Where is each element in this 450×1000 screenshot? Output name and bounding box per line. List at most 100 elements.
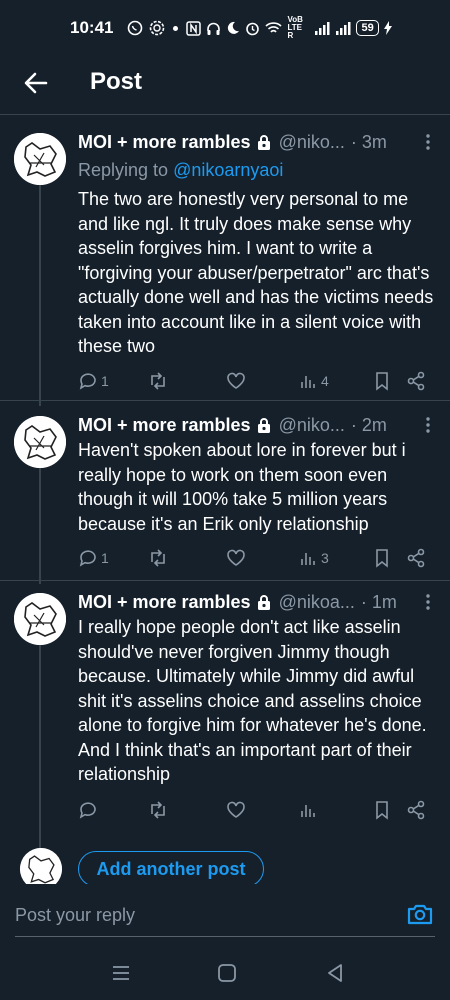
- bookmark-icon: [376, 549, 388, 568]
- header-divider: [0, 114, 450, 115]
- post-actions: 1 3: [78, 548, 430, 570]
- avatar[interactable]: [14, 593, 66, 645]
- status-dot: [173, 25, 179, 31]
- replying-to: Replying to @nikoarnyaoi: [78, 160, 283, 181]
- lock-icon: [257, 595, 270, 610]
- lock-icon: [257, 418, 270, 433]
- author-handle[interactable]: @niko...: [279, 132, 345, 153]
- post-text: The two are honestly very personal to me…: [78, 189, 434, 356]
- repost-button[interactable]: [148, 800, 171, 820]
- cellular-signal-icon: [315, 21, 330, 35]
- post-time[interactable]: · 2m: [351, 415, 387, 436]
- repost-icon: [151, 549, 165, 567]
- views-button[interactable]: [298, 800, 321, 820]
- whatsapp-icon: [128, 20, 143, 36]
- battery-icon: 59: [356, 20, 379, 36]
- repost-icon: [151, 372, 165, 390]
- views-count: 4: [321, 373, 329, 389]
- reply-underline: [15, 936, 435, 937]
- reply-icon: [79, 802, 96, 819]
- status-time: 10:41: [70, 18, 114, 37]
- author-handle[interactable]: @niko...: [279, 415, 345, 436]
- post-time[interactable]: · 1m: [361, 592, 397, 613]
- share-icon: [407, 548, 425, 568]
- post-header: MOI + more rambles @nikoa... · 1m: [78, 590, 440, 614]
- like-button[interactable]: [226, 371, 249, 391]
- views-count: 3: [321, 550, 329, 566]
- bookmark-icon: [376, 372, 388, 391]
- post-actions: 1 4: [78, 371, 430, 393]
- reply-input[interactable]: [15, 902, 385, 928]
- headphones-icon: [207, 22, 221, 35]
- bookmark-icon: [376, 801, 388, 820]
- page-title: Post: [90, 68, 143, 95]
- reply-count: 1: [101, 373, 109, 389]
- nfc-icon: [186, 20, 202, 36]
- status-bar: 10:41 VoB LTE R 59: [0, 0, 450, 56]
- avatar[interactable]: [14, 416, 66, 468]
- avatar-image: [14, 416, 66, 468]
- post-actions: [78, 800, 430, 822]
- replying-to-label: Replying to: [78, 160, 174, 180]
- reply-count: 1: [101, 550, 109, 566]
- repost-icon: [151, 801, 165, 819]
- views-icon: [301, 376, 315, 388]
- reply-bar: [0, 884, 450, 944]
- reply-button[interactable]: [78, 800, 101, 820]
- home-icon[interactable]: [216, 962, 238, 984]
- moon-icon: [228, 21, 240, 34]
- share-button[interactable]: [406, 548, 426, 568]
- post-divider: [0, 580, 450, 581]
- more-icon[interactable]: [418, 593, 438, 611]
- reply-button[interactable]: 1: [78, 371, 109, 391]
- system-nav-bar: [0, 944, 450, 1000]
- views-icon: [301, 805, 315, 817]
- lock-icon: [257, 135, 270, 150]
- post[interactable]: MOI + more rambles @niko... · 2m Haven't…: [0, 413, 450, 583]
- share-button[interactable]: [406, 371, 426, 391]
- menu-icon[interactable]: [110, 962, 132, 984]
- repost-button[interactable]: [148, 548, 171, 568]
- post-header: MOI + more rambles @niko... · 2m: [78, 413, 440, 437]
- post[interactable]: MOI + more rambles @nikoa... · 1m I real…: [0, 590, 450, 830]
- avatar-image: [14, 133, 66, 185]
- post-header: MOI + more rambles @niko... · 3m: [78, 130, 440, 154]
- author-handle[interactable]: @nikoa...: [279, 592, 355, 613]
- author-name[interactable]: MOI + more rambles: [78, 132, 251, 153]
- bookmark-button[interactable]: [372, 800, 392, 820]
- alarm-icon: [246, 22, 260, 35]
- like-icon: [227, 801, 245, 818]
- reply-icon: [79, 550, 96, 567]
- like-icon: [227, 549, 245, 566]
- camera-icon[interactable]: [406, 900, 434, 928]
- header: Post: [0, 56, 450, 111]
- post-text: I really hope people don't act like asse…: [78, 617, 427, 784]
- more-icon[interactable]: [418, 133, 438, 151]
- add-another-post-button[interactable]: Add another post: [78, 851, 264, 887]
- share-button[interactable]: [406, 800, 426, 820]
- system-icons: VoB LTE R 59: [186, 16, 392, 40]
- like-button[interactable]: [226, 548, 249, 568]
- author-name[interactable]: MOI + more rambles: [78, 592, 251, 613]
- back-arrow-icon[interactable]: [22, 69, 50, 97]
- more-icon[interactable]: [418, 416, 438, 434]
- bookmark-button[interactable]: [372, 371, 392, 391]
- author-name[interactable]: MOI + more rambles: [78, 415, 251, 436]
- post-time[interactable]: · 3m: [351, 132, 387, 153]
- reply-button[interactable]: 1: [78, 548, 109, 568]
- like-icon: [227, 372, 245, 389]
- post-divider: [0, 400, 450, 401]
- views-button[interactable]: 4: [298, 371, 329, 391]
- replying-to-link[interactable]: @nikoarnyaoi: [173, 160, 283, 180]
- post[interactable]: MOI + more rambles @niko... · 3m Replyin…: [0, 130, 450, 400]
- back-icon[interactable]: [324, 962, 346, 984]
- cellular-signal-2-icon: [336, 21, 351, 35]
- reply-icon: [79, 373, 96, 390]
- views-icon: [301, 553, 315, 565]
- bookmark-button[interactable]: [372, 548, 392, 568]
- avatar[interactable]: [14, 133, 66, 185]
- views-button[interactable]: 3: [298, 548, 329, 568]
- like-button[interactable]: [226, 800, 249, 820]
- repost-button[interactable]: [148, 371, 171, 391]
- charging-icon: [383, 21, 392, 35]
